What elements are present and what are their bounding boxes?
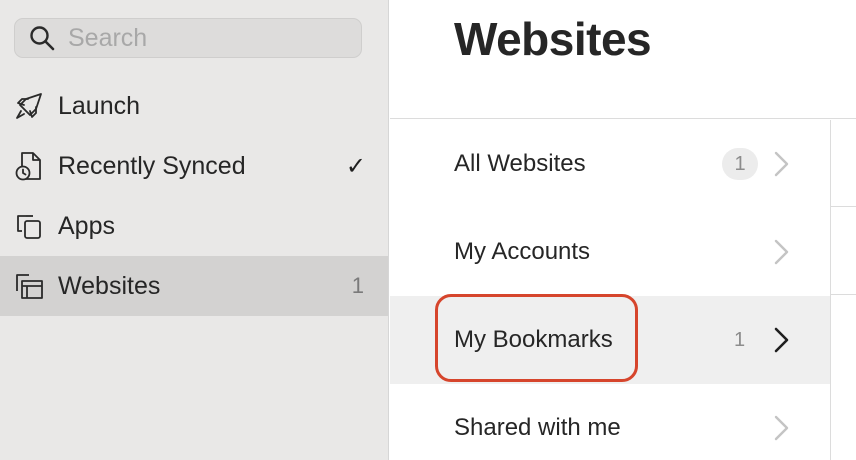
apps-icon <box>12 209 46 243</box>
count-badge: 1 <box>722 148 758 180</box>
list-item-shared-with-me[interactable]: Shared with me <box>390 384 830 460</box>
websites-icon <box>12 269 46 303</box>
search-input[interactable] <box>68 23 348 53</box>
page-title: Websites <box>454 13 652 65</box>
list-item-label: Shared with me <box>454 414 621 441</box>
sidebar-item-label: Apps <box>58 211 115 240</box>
sidebar-item-label: Recently Synced <box>58 151 246 180</box>
list-item-my-bookmarks[interactable]: My Bookmarks 1 <box>390 296 830 384</box>
search-field[interactable] <box>14 18 362 58</box>
list-item-label: My Bookmarks <box>454 326 613 353</box>
divider <box>831 206 856 207</box>
list-item-label: My Accounts <box>454 238 591 265</box>
divider <box>831 294 856 295</box>
item-count: 1 <box>351 273 364 298</box>
sidebar-item-label: Websites <box>58 271 161 300</box>
rocket-icon <box>12 89 46 123</box>
chevron-right-icon <box>770 149 792 179</box>
sidebar-item-recently-synced[interactable]: Recently Synced ✓ <box>0 136 388 196</box>
item-count: 1 <box>734 328 746 351</box>
chevron-right-icon <box>770 413 792 443</box>
synced-doc-icon <box>12 149 46 183</box>
search-icon <box>28 24 56 52</box>
checkmark-icon: ✓ <box>345 152 366 180</box>
detail-panel-edge <box>830 120 856 460</box>
sidebar-item-websites[interactable]: Websites 1 <box>0 256 388 316</box>
sidebar: Launch Recently Synced ✓ Apps <box>0 0 389 460</box>
list-item-label: All Websites <box>454 150 586 177</box>
chevron-right-icon <box>770 237 792 267</box>
sidebar-item-apps[interactable]: Apps <box>0 196 388 256</box>
sidebar-item-launch[interactable]: Launch <box>0 76 388 136</box>
divider <box>390 118 856 119</box>
chevron-right-icon <box>770 325 792 355</box>
list-item-all-websites[interactable]: All Websites 1 <box>390 120 830 208</box>
sidebar-item-label: Launch <box>58 91 141 120</box>
list-item-my-accounts[interactable]: My Accounts <box>390 208 830 296</box>
